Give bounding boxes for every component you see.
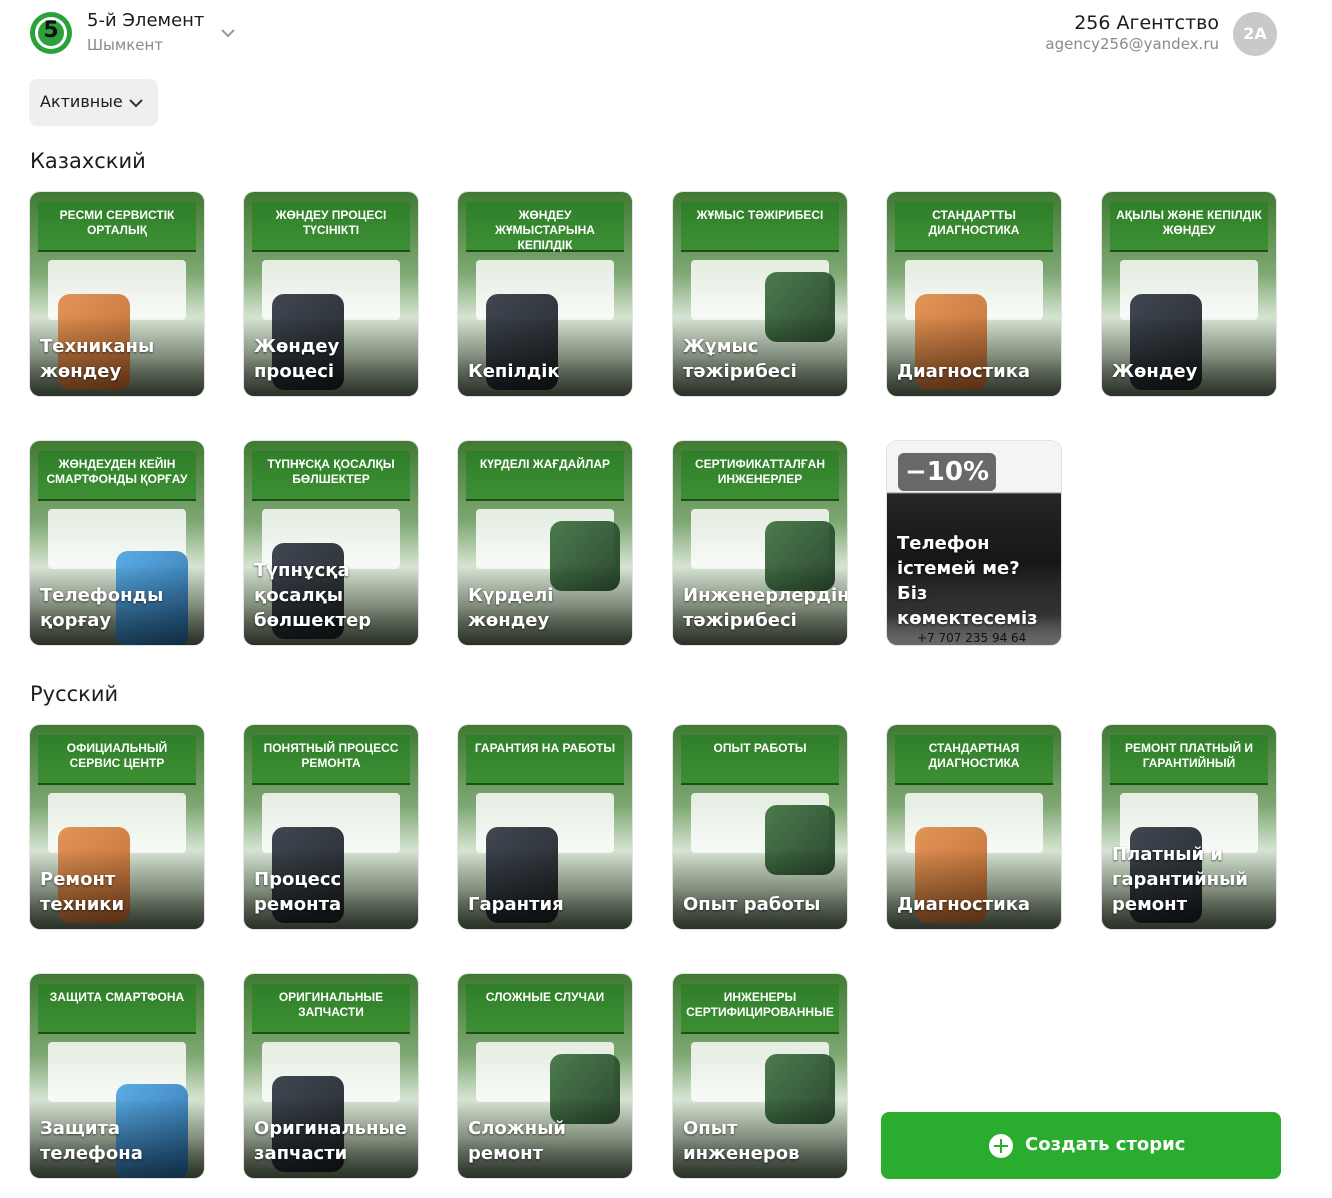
story-title: Оригинальные запчасти [254,1118,407,1164]
story-card[interactable]: ТҮПНҰСҚА ҚОСАЛҚЫ БӨЛШЕКТЕР Түпнұсқа қосал… [244,441,418,645]
story-card[interactable]: РЕМОНТ ПЛАТНЫЙ и гарантийный Платный и га… [1102,725,1276,929]
phone-number: +7 707 235 94 64 [917,631,1027,645]
agency-name: 256 Агентство [1074,12,1219,34]
story-card[interactable]: ОФИЦИАЛЬНЫЙ СЕРВИС ЦЕНТР Ремонт техники [30,725,204,929]
story-title: Сложный ремонт [468,1118,566,1164]
status-filter-dropdown[interactable]: Активные [29,79,158,126]
story-card[interactable]: СТАНДАРТНАЯ диагностика Диагностика [887,725,1061,929]
filter-label: Активные [40,92,123,111]
story-banner-text: ОРИГИНАЛЬНЫЕ запчасти [278,990,384,1019]
story-card[interactable]: ОРИГИНАЛЬНЫЕ запчасти Оригинальные запчас… [244,974,418,1178]
story-banner-text: ОФИЦИАЛЬНЫЙ СЕРВИС ЦЕНТР [66,741,168,770]
story-title: Защита телефона [40,1118,143,1164]
story-title: Гарантия [468,894,564,915]
story-card[interactable]: −10% Телефон істемей ме? Біз көмектесеміз… [887,441,1061,645]
story-card[interactable]: ЖӨНДЕУДЕН КЕЙІН СМАРТФОНДЫ ҚОРҒАУ Телефон… [30,441,204,645]
card-gradient-overlay [673,849,847,929]
plus-icon [989,1134,1013,1158]
discount-badge: −10% [898,453,997,491]
story-banner-text: ЖӨНДЕУДЕН КЕЙІН СМАРТФОНДЫ ҚОРҒАУ [46,457,188,486]
card-gradient-overlay [1102,316,1276,396]
story-banner-text: ОПЫТ работы [713,741,807,755]
story-banner-text: ГАРАНТИЯ на работы [474,741,616,755]
story-title: Процесс ремонта [254,869,342,915]
story-title: Диагностика [897,361,1031,382]
story-banner-text: КҮРДЕЛІ ЖАҒДАЙЛАР [479,457,611,471]
story-banner-text: СТАНДАРТНАЯ диагностика [928,741,1020,770]
story-banner-text: ЗАЩИТА СМАРТФОНА [49,990,185,1004]
avatar[interactable]: 2A [1233,12,1277,56]
story-card[interactable]: ЖҰМЫС ТӘЖІРИБЕСІ Жұмыс тәжірибесі [673,192,847,396]
story-title: Опыт работы [683,894,821,915]
store-name[interactable]: 5-й Элемент [87,10,204,31]
story-card[interactable]: ИНЖЕНЕРЫ сертифицированные Опыт инженеров [673,974,847,1178]
story-card[interactable]: КҮРДЕЛІ ЖАҒДАЙЛАР Күрделі жөндеу [458,441,632,645]
story-title: Платный и гарантийный ремонт [1112,844,1249,915]
story-card[interactable]: ЖӨНДЕУ ЖҰМЫСТАРЫНА КЕПІЛДІК Кепілдік [458,192,632,396]
story-banner-text: АҚЫЛЫ ЖӘНЕ КЕПІЛДІК ЖӨНДЕУ [1116,208,1262,237]
story-title: Түпнұсқа қосалқы бөлшектер [254,560,372,631]
story-banner-text: ПОНЯТНЫЙ процесс ремонта [263,741,399,770]
story-title: Телефонды қорғау [40,585,164,631]
agency-email: agency256@yandex.ru [1045,35,1219,53]
section-title-russian: Русский [30,682,119,706]
story-title: Телефон істемей ме? Біз көмектесеміз [897,533,1038,629]
story-banner-text: СЛОЖНЫЕ СЛУЧАИ [485,990,605,1004]
create-story-label: Создать сторис [1025,1134,1186,1155]
story-title: Опыт инженеров [683,1118,800,1164]
story-banner-text: ЖҰМЫС ТӘЖІРИБЕСІ [696,208,824,222]
story-card[interactable]: СЕРТИФИКАТТАЛҒАН ИНЖЕНЕРЛЕР Инженерлердің… [673,441,847,645]
story-card[interactable]: ГАРАНТИЯ на работы Гарантия [458,725,632,929]
story-card[interactable]: ПОНЯТНЫЙ процесс ремонта Процесс ремонта [244,725,418,929]
chevron-down-icon [129,99,143,108]
card-gradient-overlay [458,316,632,396]
story-title: Жұмыс тәжірибесі [683,336,797,382]
story-banner-text: ТҮПНҰСҚА ҚОСАЛҚЫ БӨЛШЕКТЕР [267,457,395,486]
card-gradient-overlay [887,316,1061,396]
story-title: Жөндеу процесі [254,336,340,382]
story-banner-text: РЕМОНТ ПЛАТНЫЙ и гарантийный [1124,741,1254,770]
section-title-kazakh: Казахский [30,149,146,173]
story-title: Ремонт техники [40,869,125,915]
story-banner-text: ИНЖЕНЕРЫ сертифицированные [686,990,834,1019]
story-title: Жөндеу [1112,361,1198,382]
chevron-down-icon[interactable] [219,24,237,42]
story-card[interactable]: СТАНДАРТТЫ диагностика Диагностика [887,192,1061,396]
story-banner-text: СЕРТИФИКАТТАЛҒАН ИНЖЕНЕРЛЕР [694,457,825,486]
store-city: Шымкент [87,36,164,54]
story-title: Инженерлердің тәжірибесі [683,585,847,631]
story-banner-text: СТАНДАРТТЫ диагностика [928,208,1020,237]
story-card[interactable]: РЕСМИ СЕРВИСТІК ОРТАЛЫҚ Техниканы жөндеу [30,192,204,396]
story-title: Күрделі жөндеу [468,585,554,631]
story-card[interactable]: ОПЫТ работы Опыт работы [673,725,847,929]
story-card[interactable]: ЗАЩИТА СМАРТФОНА Защита телефона [30,974,204,1178]
card-gradient-overlay [887,849,1061,929]
create-story-button[interactable]: Создать сторис [881,1112,1281,1179]
story-banner-text: РЕСМИ СЕРВИСТІК ОРТАЛЫҚ [59,208,175,237]
top-bar: 5 5-й Элемент Шымкент 256 Агентство agen… [0,0,1332,70]
story-banner-text: ЖӨНДЕУ ПРОЦЕСІ ТҮСІНІКТІ [275,208,387,237]
story-title: Техниканы жөндеу [40,336,155,382]
story-title: Диагностика [897,894,1031,915]
logo-digit: 5 [43,18,59,43]
story-card[interactable]: ЖӨНДЕУ ПРОЦЕСІ ТҮСІНІКТІ Жөндеу процесі [244,192,418,396]
story-card[interactable]: АҚЫЛЫ ЖӘНЕ КЕПІЛДІК ЖӨНДЕУ Жөндеу [1102,192,1276,396]
store-logo-icon[interactable]: 5 [30,12,72,54]
story-title: Кепілдік [468,361,560,382]
story-card[interactable]: СЛОЖНЫЕ СЛУЧАИ Сложный ремонт [458,974,632,1178]
card-gradient-overlay [458,849,632,929]
story-banner-text: ЖӨНДЕУ ЖҰМЫСТАРЫНА КЕПІЛДІК [495,208,595,252]
